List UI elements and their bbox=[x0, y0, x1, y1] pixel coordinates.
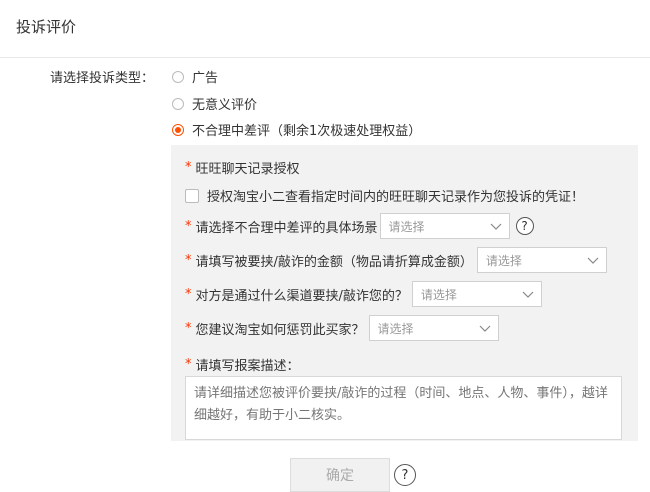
authorize-checkbox[interactable] bbox=[185, 188, 199, 203]
chevron-down-icon bbox=[587, 257, 599, 264]
scene-label: 请选择不合理中差评的具体场景 bbox=[195, 220, 378, 236]
required-mark: * bbox=[185, 218, 192, 234]
channel-label: 对方是通过什么渠道要挟/敲诈您的？ bbox=[195, 288, 408, 304]
punish-row: * 您建议淘宝如何惩罚此买家？ 请选择 bbox=[185, 315, 499, 341]
required-mark: * bbox=[185, 160, 192, 175]
scene-row: * 请选择不合理中差评的具体场景 请选择 ? bbox=[185, 213, 534, 239]
channel-select[interactable]: 请选择 bbox=[411, 281, 542, 307]
punish-label: 您建议淘宝如何惩罚此买家？ bbox=[195, 322, 365, 338]
header-divider bbox=[0, 57, 650, 58]
authorize-checkbox-label: 授权淘宝小二查看指定时间内的旺旺聊天记录作为您投诉的凭证！ bbox=[207, 190, 585, 205]
scene-select-placeholder: 请选择 bbox=[388, 219, 425, 234]
radio-label: 广告 bbox=[192, 71, 219, 86]
channel-row: * 对方是通过什么渠道要挟/敲诈您的？ 请选择 bbox=[185, 281, 542, 307]
description-label-row: * 请填写报案描述： bbox=[185, 355, 300, 374]
radio-button-checked[interactable] bbox=[172, 123, 184, 136]
punish-select[interactable]: 请选择 bbox=[368, 315, 499, 341]
radio-label: 无意义评价 bbox=[192, 98, 258, 113]
chevron-down-icon bbox=[479, 325, 490, 332]
authorize-checkbox-row[interactable]: 授权淘宝小二查看指定时间内的旺旺聊天记录作为您投诉的凭证！ bbox=[185, 186, 584, 205]
amount-label: 请填写被要挟/敲诈的金额（物品请折算成金额） bbox=[195, 254, 473, 270]
chevron-down-icon bbox=[490, 223, 501, 230]
description-textarea[interactable] bbox=[185, 376, 622, 440]
complaint-type-label: 请选择投诉类型： bbox=[50, 71, 155, 86]
help-icon[interactable]: ? bbox=[515, 217, 534, 235]
page-title: 投诉评价 bbox=[16, 18, 77, 36]
radio-option-ad[interactable]: 广告 bbox=[172, 67, 218, 86]
description-label: 请填写报案描述： bbox=[195, 359, 300, 374]
wangwang-label: 旺旺聊天记录授权 bbox=[195, 162, 300, 177]
punish-select-placeholder: 请选择 bbox=[377, 321, 414, 336]
required-mark: * bbox=[185, 320, 192, 336]
required-mark: * bbox=[185, 252, 192, 268]
scene-select[interactable]: 请选择 bbox=[379, 213, 510, 239]
radio-button[interactable] bbox=[172, 70, 184, 83]
radio-label: 不合理中差评（剩余1次极速处理权益） bbox=[192, 124, 422, 139]
required-mark: * bbox=[185, 286, 192, 302]
wangwang-label-row: * 旺旺聊天记录授权 bbox=[185, 158, 300, 177]
confirm-button[interactable]: 确定 bbox=[290, 458, 390, 492]
channel-select-placeholder: 请选择 bbox=[420, 287, 457, 302]
required-mark: * bbox=[185, 357, 192, 372]
help-icon[interactable]: ? bbox=[394, 464, 416, 486]
amount-row: * 请填写被要挟/敲诈的金额（物品请折算成金额） 请选择 bbox=[185, 247, 607, 273]
amount-select-placeholder: 请选择 bbox=[485, 253, 522, 268]
radio-option-unreasonable[interactable]: 不合理中差评（剩余1次极速处理权益） bbox=[172, 120, 421, 139]
chevron-down-icon bbox=[522, 291, 534, 298]
complaint-detail-panel: * 旺旺聊天记录授权 授权淘宝小二查看指定时间内的旺旺聊天记录作为您投诉的凭证！… bbox=[171, 145, 638, 441]
radio-option-meaningless[interactable]: 无意义评价 bbox=[172, 94, 257, 113]
radio-button[interactable] bbox=[172, 97, 184, 110]
amount-select[interactable]: 请选择 bbox=[476, 247, 607, 273]
